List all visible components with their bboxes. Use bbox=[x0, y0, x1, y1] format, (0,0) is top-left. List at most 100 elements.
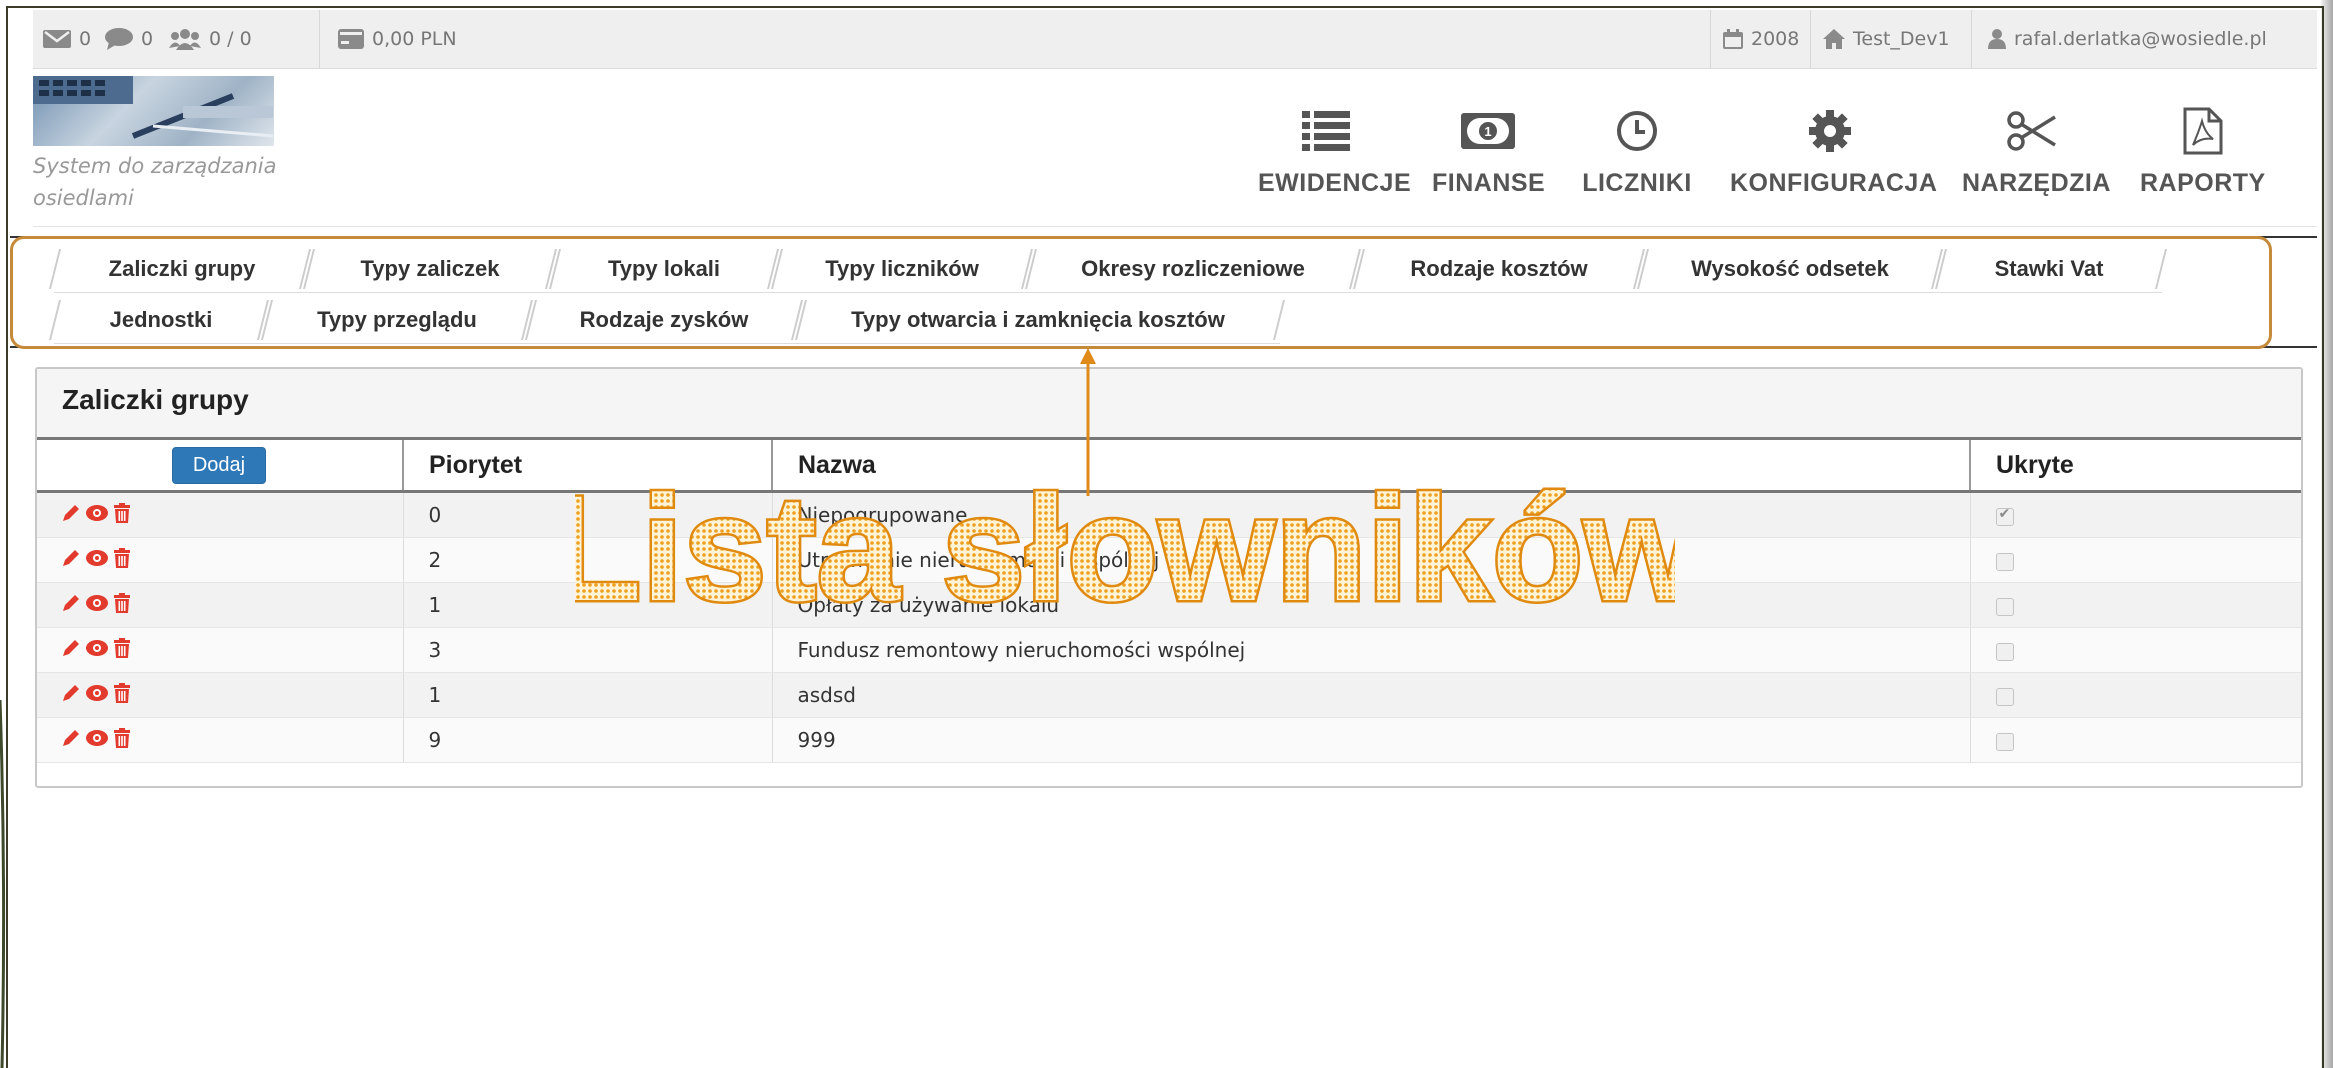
pencil-icon[interactable] bbox=[62, 684, 80, 702]
nav-liczniki[interactable]: LICZNIKI bbox=[1582, 105, 1692, 198]
name-cell: Niepogrupowane bbox=[771, 491, 1970, 538]
clock-icon bbox=[1617, 111, 1657, 151]
row-actions bbox=[37, 491, 403, 538]
logo[interactable] bbox=[33, 76, 274, 146]
nav-konfiguracja[interactable]: KONFIGURACJA bbox=[1730, 105, 1937, 198]
eye-icon[interactable] bbox=[86, 684, 108, 702]
app-tagline: System do zarządzania osiedlami bbox=[33, 154, 277, 210]
tab-jednostki[interactable]: Jednostki bbox=[54, 296, 268, 344]
eye-icon[interactable] bbox=[86, 504, 108, 522]
tab-zaliczki-grupy[interactable]: Zaliczki grupy bbox=[54, 245, 310, 293]
hidden-checkbox[interactable] bbox=[1995, 687, 2014, 706]
nav-finanse[interactable]: 1 FINANSE bbox=[1432, 105, 1546, 198]
tab-wysokosc-odsetek[interactable]: Wysokość odsetek bbox=[1638, 245, 1942, 293]
name-cell: Utrzymanie nieruchomości wspólnej bbox=[771, 537, 1970, 583]
tab-rodzaje-kosztow[interactable]: Rodzaje kosztów bbox=[1354, 245, 1644, 293]
user-icon bbox=[1988, 29, 2006, 49]
tab-typy-otwarcia-zamkniecia[interactable]: Typy otwarcia i zamknięcia kosztów bbox=[796, 296, 1280, 344]
column-header-name[interactable]: Nazwa bbox=[771, 437, 1970, 493]
hidden-checkbox[interactable] bbox=[1995, 732, 2014, 751]
trash-icon[interactable] bbox=[114, 593, 130, 613]
column-header-hidden[interactable]: Ukryte bbox=[1969, 437, 2301, 493]
priority-cell: 2 bbox=[402, 537, 772, 583]
priority-cell: 1 bbox=[402, 582, 772, 628]
hidden-checkbox[interactable] bbox=[1995, 552, 2014, 571]
hidden-checkbox[interactable] bbox=[1995, 642, 2014, 661]
trash-icon[interactable] bbox=[114, 503, 130, 523]
tab-stawki-vat[interactable]: Stawki Vat bbox=[1936, 245, 2162, 293]
hidden-cell bbox=[1969, 672, 2301, 718]
name-cell: 999 bbox=[771, 717, 1970, 763]
tab-typy-przegladu[interactable]: Typy przeglądu bbox=[262, 296, 532, 344]
decorative-line bbox=[0, 700, 6, 1068]
nav-label: NARZĘDZIA bbox=[1962, 169, 2111, 197]
nav-narzedzia[interactable]: NARZĘDZIA bbox=[1962, 105, 2111, 198]
chat-icon bbox=[105, 28, 133, 50]
tab-typy-licznikow[interactable]: Typy liczników bbox=[772, 245, 1032, 293]
hidden-cell bbox=[1969, 627, 2301, 673]
table-row[interactable]: 1 asdsd bbox=[37, 672, 2301, 718]
trash-icon[interactable] bbox=[114, 683, 130, 703]
pencil-icon[interactable] bbox=[62, 594, 80, 612]
home-selector[interactable]: Test_Dev1 bbox=[1811, 10, 1950, 68]
column-header-priority[interactable]: Piorytet bbox=[402, 437, 772, 493]
frame-shadow bbox=[2321, 0, 2333, 1068]
nav-label: FINANSE bbox=[1432, 169, 1546, 197]
hidden-checkbox[interactable] bbox=[1995, 506, 2014, 526]
name-cell: asdsd bbox=[771, 672, 1970, 718]
panel-title: Zaliczki grupy bbox=[62, 384, 249, 415]
svg-text:1: 1 bbox=[1484, 124, 1491, 139]
eye-icon[interactable] bbox=[86, 549, 108, 567]
priority-cell: 1 bbox=[402, 672, 772, 718]
trash-icon[interactable] bbox=[114, 638, 130, 658]
tab-typy-zaliczek[interactable]: Typy zaliczek bbox=[304, 245, 556, 293]
users-count: 0 / 0 bbox=[209, 28, 252, 50]
users-indicator[interactable]: 0 / 0 bbox=[169, 10, 252, 68]
credit-card-icon bbox=[338, 29, 364, 49]
mail-indicator[interactable]: 0 bbox=[43, 10, 91, 68]
hidden-cell bbox=[1969, 582, 2301, 628]
actions-header: Dodaj bbox=[37, 437, 403, 493]
add-button[interactable]: Dodaj bbox=[171, 446, 267, 484]
hidden-cell bbox=[1969, 717, 2301, 763]
tab-typy-lokali[interactable]: Typy lokali bbox=[550, 245, 778, 293]
priority-cell: 0 bbox=[402, 491, 772, 538]
hidden-cell bbox=[1969, 491, 2301, 538]
chat-count: 0 bbox=[141, 28, 154, 50]
trash-icon[interactable] bbox=[114, 548, 130, 568]
table-row[interactable]: 3 Fundusz remontowy nieruchomości wspólne… bbox=[37, 627, 2301, 673]
scissors-icon bbox=[2007, 111, 2056, 151]
tab-okresy-rozliczeniowe[interactable]: Okresy rozliczeniowe bbox=[1026, 245, 1360, 293]
pencil-icon[interactable] bbox=[62, 639, 80, 657]
name-cell: Opłaty za używanie lokalu bbox=[771, 582, 1970, 628]
gear-icon bbox=[1809, 110, 1851, 152]
table-row[interactable]: 9 999 bbox=[37, 717, 2301, 763]
zaliczki-grupy-panel: Zaliczki grupy Dodaj Piorytet Nazwa Ukry… bbox=[35, 367, 2303, 788]
table-row[interactable]: 2 Utrzymanie nieruchomości wspólnej bbox=[37, 537, 2301, 583]
table-row[interactable]: 1 Opłaty za używanie lokalu bbox=[37, 582, 2301, 628]
eye-icon[interactable] bbox=[86, 639, 108, 657]
name-cell: Fundusz remontowy nieruchomości wspólnej bbox=[771, 627, 1970, 673]
pencil-icon[interactable] bbox=[62, 549, 80, 567]
hidden-checkbox[interactable] bbox=[1995, 597, 2014, 616]
table-header-row: Dodaj Piorytet Nazwa Ukryte bbox=[37, 437, 2301, 493]
money-icon: 1 bbox=[1461, 113, 1515, 149]
pencil-icon[interactable] bbox=[62, 729, 80, 747]
year-selector[interactable]: 2008 bbox=[1711, 10, 1799, 68]
eye-icon[interactable] bbox=[86, 594, 108, 612]
pencil-icon[interactable] bbox=[62, 504, 80, 522]
envelope-icon bbox=[43, 30, 71, 48]
row-actions bbox=[37, 672, 403, 718]
tab-rodzaje-zyskow[interactable]: Rodzaje zysków bbox=[526, 296, 802, 344]
nav-ewidencje[interactable]: EWIDENCJE bbox=[1258, 105, 1411, 198]
table-row[interactable]: 0 Niepogrupowane bbox=[37, 491, 2301, 538]
priority-cell: 3 bbox=[402, 627, 772, 673]
nav-raporty[interactable]: RAPORTY bbox=[2140, 105, 2265, 198]
user-menu[interactable]: rafal.derlatka@wosiedle.pl bbox=[1972, 10, 2267, 68]
header-divider bbox=[33, 226, 2317, 227]
trash-icon[interactable] bbox=[114, 728, 130, 748]
chat-indicator[interactable]: 0 bbox=[105, 10, 153, 68]
eye-icon[interactable] bbox=[86, 729, 108, 747]
list-icon bbox=[1302, 111, 1350, 151]
balance-indicator[interactable]: 0,00 PLN bbox=[338, 10, 457, 68]
